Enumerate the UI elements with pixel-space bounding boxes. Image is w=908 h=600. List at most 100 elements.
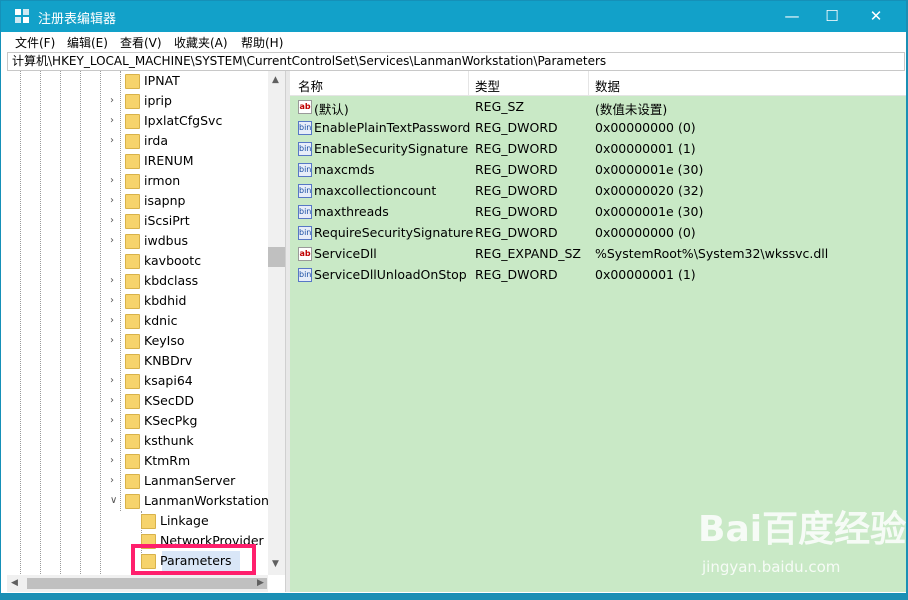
tree-guide-line [80, 71, 81, 592]
scroll-right-icon[interactable]: ▶ [257, 578, 264, 588]
value-name: EnableSecuritySignature [314, 141, 469, 156]
close-button[interactable]: ✕ [853, 1, 899, 32]
value-name: EnablePlainTextPassword [314, 120, 471, 135]
value-name: (默认) [314, 102, 349, 117]
address-bar[interactable]: 计算机\HKEY_LOCAL_MACHINE\SYSTEM\CurrentCon… [7, 52, 905, 71]
title-bar[interactable]: 注册表编辑器 — ☐ ✕ [1, 1, 907, 32]
expand-chevron-icon[interactable]: › [110, 95, 120, 106]
value-data: %SystemRoot%\System32\wkssvc.dll [595, 246, 829, 261]
collapse-chevron-icon[interactable]: ∨ [110, 495, 120, 506]
folder-icon [125, 174, 140, 189]
value-name: RequireSecuritySignature [314, 225, 474, 240]
folder-icon [125, 134, 140, 149]
value-type: REG_DWORD [475, 204, 558, 219]
value-name: maxcmds [314, 162, 375, 177]
binary-value-icon: bin [298, 142, 312, 156]
window-title: 注册表编辑器 [38, 12, 117, 27]
scroll-thumb[interactable] [27, 578, 267, 589]
binary-value-icon: bin [298, 205, 312, 219]
scroll-thumb[interactable] [268, 247, 285, 267]
maximize-button[interactable]: ☐ [809, 1, 855, 32]
value-name: maxcollectioncount [314, 183, 437, 198]
value-type: REG_DWORD [475, 183, 558, 198]
value-type: REG_EXPAND_SZ [475, 246, 581, 261]
folder-icon [125, 394, 140, 409]
value-data: 0x00000000 (0) [595, 225, 696, 240]
expand-chevron-icon[interactable]: › [110, 455, 120, 466]
expand-chevron-icon[interactable]: › [110, 195, 120, 206]
expand-chevron-icon[interactable]: › [110, 335, 120, 346]
folder-icon [125, 114, 140, 129]
expand-chevron-icon[interactable]: › [110, 275, 120, 286]
folder-icon [125, 154, 140, 169]
column-separator[interactable] [468, 71, 469, 95]
expand-chevron-icon[interactable]: › [110, 435, 120, 446]
expand-chevron-icon[interactable]: › [110, 175, 120, 186]
column-data-header[interactable]: 数据 [595, 76, 620, 95]
value-row[interactable]: bin ServiceDllUnloadOnStop REG_DWORD 0x0000… [290, 265, 907, 286]
value-row[interactable]: ab (默认) REG_SZ (数值未设置) [290, 97, 907, 118]
expand-chevron-icon[interactable]: › [110, 115, 120, 126]
value-type: REG_DWORD [475, 120, 558, 135]
binary-value-icon: bin [298, 184, 312, 198]
menu-favorites[interactable]: 收藏夹(A) [174, 34, 228, 51]
folder-icon [125, 234, 140, 249]
folder-icon [125, 374, 140, 389]
folder-icon [125, 414, 140, 429]
scroll-up-icon[interactable]: ▲ [272, 75, 279, 85]
menu-help[interactable]: 帮助(H) [241, 34, 283, 51]
binary-value-icon: bin [298, 226, 312, 240]
expand-chevron-icon[interactable]: › [110, 395, 120, 406]
expand-chevron-icon[interactable]: › [110, 295, 120, 306]
tree-guide-line [60, 71, 61, 592]
folder-icon [125, 474, 140, 489]
column-separator[interactable] [588, 71, 589, 95]
tree-horizontal-scrollbar[interactable]: ◀ ▶ [7, 575, 268, 592]
scroll-down-icon[interactable]: ▼ [272, 559, 279, 569]
folder-icon [125, 94, 140, 109]
value-type: REG_DWORD [475, 225, 558, 240]
value-row[interactable]: bin EnableSecuritySignature REG_DWORD 0x000… [290, 139, 907, 160]
value-row[interactable]: bin maxthreads REG_DWORD 0x0000001e (30) [290, 202, 907, 223]
expand-chevron-icon[interactable]: › [110, 215, 120, 226]
expand-chevron-icon[interactable]: › [110, 375, 120, 386]
menu-bar: 文件(F) 编辑(E) 查看(V) 收藏夹(A) 帮助(H) [1, 32, 907, 52]
menu-edit[interactable]: 编辑(E) [67, 34, 108, 51]
value-type: REG_DWORD [475, 267, 558, 282]
expand-chevron-icon[interactable]: › [110, 235, 120, 246]
string-value-icon: ab [298, 100, 312, 114]
annotation-highlight-box [131, 544, 256, 575]
value-row[interactable]: bin EnablePlainTextPassword REG_DWORD 0x000… [290, 118, 907, 139]
expand-chevron-icon[interactable]: › [110, 315, 120, 326]
binary-value-icon: bin [298, 268, 312, 282]
value-name: maxthreads [314, 204, 389, 219]
folder-icon [125, 274, 140, 289]
value-row[interactable]: bin maxcollectioncount REG_DWORD 0x00000020… [290, 181, 907, 202]
folder-icon [125, 354, 140, 369]
folder-icon [125, 434, 140, 449]
value-data: 0x0000001e (30) [595, 162, 704, 177]
value-type: REG_DWORD [475, 162, 558, 177]
folder-icon [125, 494, 140, 509]
value-row[interactable]: bin maxcmds REG_DWORD 0x0000001e (30) [290, 160, 907, 181]
folder-icon [125, 74, 140, 89]
scroll-left-icon[interactable]: ◀ [11, 578, 18, 588]
expand-chevron-icon[interactable]: › [110, 475, 120, 486]
column-name-header[interactable]: 名称 [298, 76, 323, 95]
expand-chevron-icon[interactable]: › [110, 415, 120, 426]
value-name: ServiceDllUnloadOnStop [314, 267, 467, 282]
value-data: 0x00000001 (1) [595, 267, 696, 282]
folder-icon [125, 254, 140, 269]
value-row[interactable]: bin RequireSecuritySignature REG_DWORD 0x00… [290, 223, 907, 244]
tree-guide-line [100, 71, 101, 592]
watermark-logo: Bai百度经验 [698, 509, 907, 550]
expand-chevron-icon[interactable]: › [110, 135, 120, 146]
menu-view[interactable]: 查看(V) [120, 34, 162, 51]
column-type-header[interactable]: 类型 [475, 76, 500, 95]
folder-icon [125, 294, 140, 309]
menu-file[interactable]: 文件(F) [15, 34, 55, 51]
value-row[interactable]: ab ServiceDll REG_EXPAND_SZ %SystemRoot%\Sy… [290, 244, 907, 265]
value-type: REG_SZ [475, 99, 525, 114]
tree-vertical-scrollbar[interactable]: ▲ ▼ [268, 71, 285, 575]
value-type: REG_DWORD [475, 141, 558, 156]
